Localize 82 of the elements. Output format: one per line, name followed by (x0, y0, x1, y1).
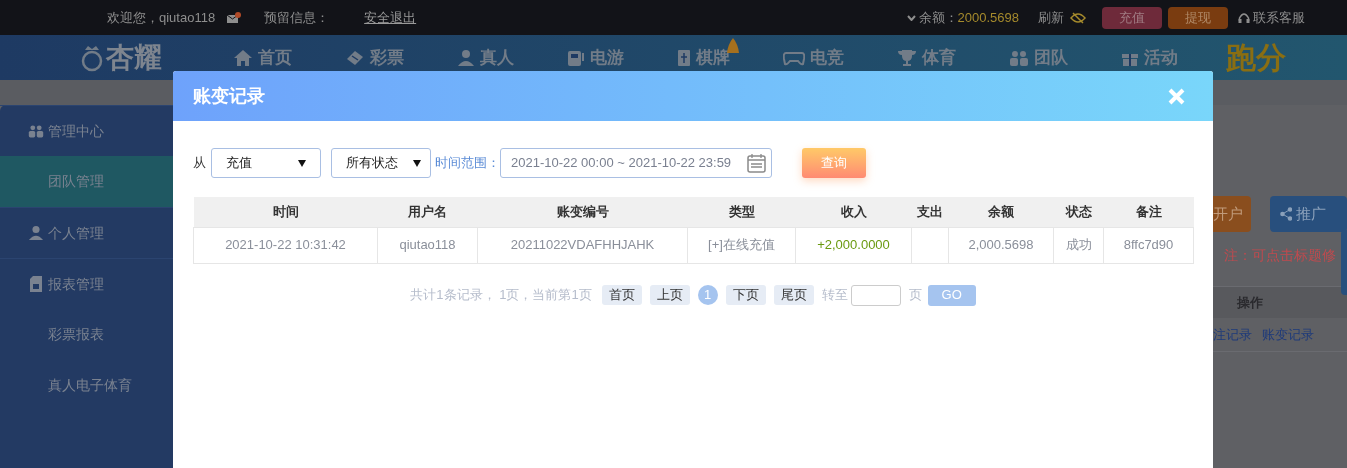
home-icon (233, 48, 253, 67)
column-header: 状态 (1053, 197, 1104, 227)
table-cell: 8ffc7d90 (1103, 227, 1194, 263)
note-text: 注：可点击标题修 (1224, 246, 1337, 265)
nav-link[interactable]: 活动 (1121, 44, 1178, 71)
record-link[interactable]: 注记录 (1213, 324, 1252, 345)
goto-label: 转至 (821, 286, 848, 305)
logout-link[interactable]: 安全退出 (364, 7, 417, 28)
nav-link[interactable]: 首页 (233, 44, 292, 71)
nav-link[interactable]: 彩票 (345, 44, 404, 71)
dialog-title: 账变记录 (193, 84, 265, 108)
dropdown[interactable]: 充值 (211, 148, 321, 178)
eye-slash-icon (1070, 11, 1086, 24)
nav-link[interactable]: 棋牌 (677, 44, 730, 71)
ticket-icon (345, 48, 365, 67)
sidebar-item[interactable]: 团队管理 (0, 156, 173, 207)
team-icon (1009, 49, 1029, 66)
team-icon (28, 123, 44, 139)
share-button[interactable]: 推广 (1270, 196, 1347, 232)
nav-link[interactable]: 体育 (897, 44, 956, 71)
gamepad-icon (783, 49, 805, 66)
page-nav-button[interactable]: 尾页 (773, 285, 814, 305)
time-range-label: 时间范围： (435, 154, 500, 173)
nav-link[interactable]: 电竞 (783, 44, 844, 71)
column-header: 时间 (193, 197, 378, 227)
column-header: 收入 (795, 197, 912, 227)
page-number-button[interactable]: 1 (697, 285, 718, 305)
dropdown-arrow-icon (413, 159, 421, 167)
table-cell: qiutao118 (377, 227, 478, 263)
balance-amount: 2000.5698 (957, 8, 1019, 27)
table-cell: 2021-10-22 10:31:42 (193, 227, 378, 263)
withdraw-button[interactable]: 提现 (1168, 6, 1228, 29)
close-icon[interactable] (1168, 87, 1185, 105)
table-cell: 成功 (1053, 227, 1104, 263)
page-unit-label: 页 (908, 286, 922, 305)
calendar-icon (747, 153, 766, 173)
refresh-link[interactable]: 刷新 (1038, 7, 1064, 28)
reserved-info-label: 预留信息： (264, 8, 330, 27)
nav-link[interactable]: 真人 (457, 44, 514, 71)
deposit-button[interactable]: 充值 (1102, 6, 1162, 29)
column-header: 账变编号 (477, 197, 688, 227)
balance-label: 余额： (918, 8, 958, 27)
mail-icon (227, 11, 242, 24)
share-icon (1280, 207, 1293, 221)
column-header: 余额 (948, 197, 1054, 227)
person-icon (28, 224, 44, 242)
page-nav-button[interactable]: 首页 (601, 285, 642, 305)
column-header: 类型 (687, 197, 796, 227)
sidebar-item[interactable]: 彩票报表 (0, 309, 173, 360)
sidebar-item[interactable]: 真人电子体育 (0, 360, 173, 411)
page-input-field[interactable] (850, 284, 901, 306)
person-icon (457, 48, 475, 67)
column-header: 用户名 (377, 197, 478, 227)
document-icon (28, 275, 44, 293)
pagination-summary: 共计1条记录， 1页，当前第1页 (410, 286, 592, 305)
table-cell: 20211022VDAFHHJAHK (477, 227, 688, 263)
page-nav-button[interactable]: 上页 (649, 285, 690, 305)
card-icon (677, 48, 691, 67)
register-button[interactable]: 开户 (1213, 196, 1252, 232)
go-button[interactable]: GO (927, 284, 976, 306)
table-cell: +2,000.0000 (795, 227, 912, 263)
column-header: 支出 (911, 197, 949, 227)
dropdown[interactable]: 所有状态 (331, 148, 431, 178)
support-link[interactable]: 联系客服 (1253, 7, 1305, 28)
trophy-icon (897, 48, 917, 67)
table-cell: [+]在线充值 (687, 227, 796, 263)
logo-text: 杏耀 (106, 40, 162, 75)
dropdown-arrow-icon (298, 159, 306, 167)
chevron-down-icon (906, 14, 916, 21)
date-range-field[interactable]: 2021-10-22 00:00 ~ 2021-10-22 23:59 (500, 148, 772, 178)
promo-text[interactable]: 跑分 (1226, 35, 1286, 80)
table-cell: 2,000.5698 (948, 227, 1054, 263)
page-nav-button[interactable]: 下页 (725, 285, 766, 305)
slot-machine-icon (567, 48, 585, 67)
nav-link[interactable]: 团队 (1009, 44, 1068, 71)
column-header: 备注 (1103, 197, 1194, 227)
welcome-text: 欢迎您，qiutao118 (107, 8, 216, 27)
headset-icon (1238, 11, 1250, 24)
from-label: 从 (193, 154, 206, 173)
record-link[interactable]: 账变记录 (1262, 324, 1314, 345)
nav-link[interactable]: 电游 (567, 44, 624, 71)
search-button[interactable]: 查询 (802, 148, 866, 178)
